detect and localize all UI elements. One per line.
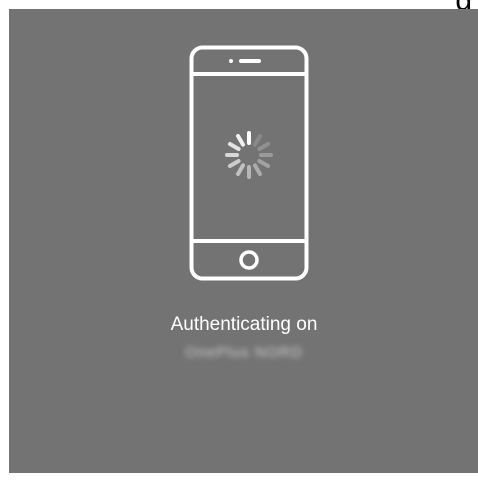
smartphone-icon [189,45,309,281]
status-label: Authenticating on [170,314,318,335]
device-name: OnePlus NORD [185,344,303,361]
authentication-status: Authenticating on OnePlus NORD [9,314,478,362]
page: g Authenti [0,0,478,481]
authentication-panel: Authenticating on OnePlus NORD [9,9,478,473]
loading-spinner-icon [225,131,273,179]
